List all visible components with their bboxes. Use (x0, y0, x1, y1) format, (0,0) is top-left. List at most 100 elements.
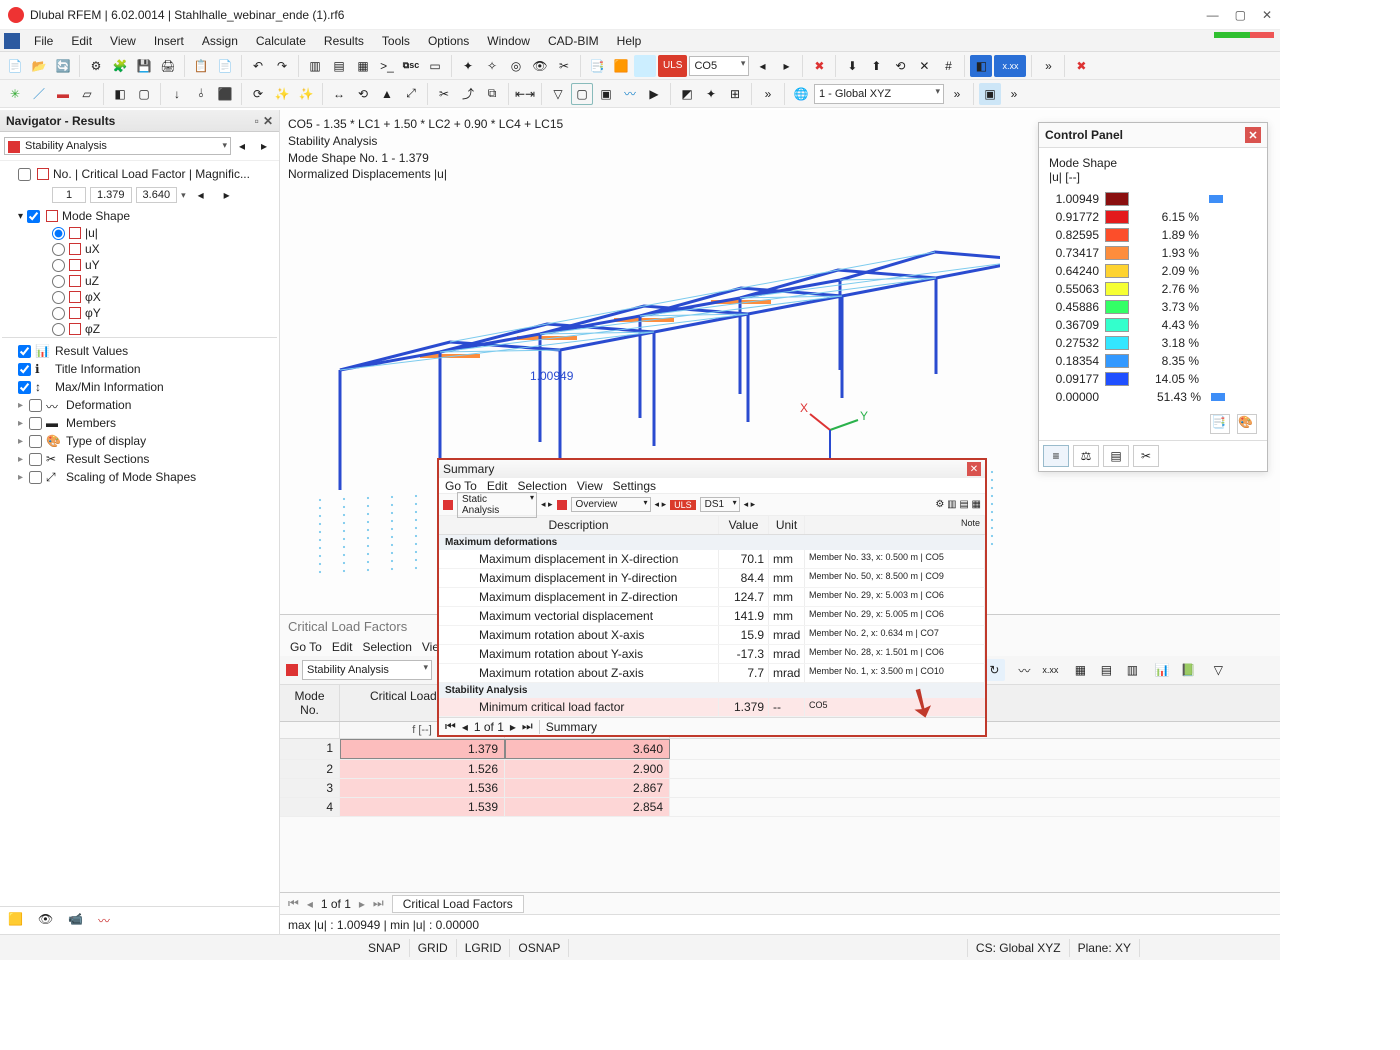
t-values-icon[interactable]: x.xx (1039, 659, 1061, 681)
menu-help[interactable]: Help (609, 32, 650, 50)
nav-shape-radio[interactable] (52, 227, 65, 240)
nav-shape-radio[interactable] (52, 323, 65, 336)
nav-check-box[interactable] (29, 399, 42, 412)
status-plane[interactable]: Plane: XY (1070, 939, 1140, 957)
menu-cadbim[interactable]: CAD-BIM (540, 32, 607, 50)
nav-mode-shape[interactable]: ▾ Mode Shape (2, 207, 277, 225)
summary-row[interactable]: Maximum rotation about Y-axis-17.3mradMe… (439, 645, 985, 664)
pick-loads-icon[interactable]: ✧ (481, 55, 503, 77)
table-row[interactable]: 41.5392.854 (280, 798, 1280, 817)
new-icon[interactable]: 📄 (4, 55, 26, 77)
sp-overview-combo[interactable]: Overview (571, 497, 651, 512)
t-menu-sel[interactable]: Selection (363, 640, 412, 654)
load-combo-icon[interactable]: 🟧 (610, 55, 632, 77)
view-mode-icon[interactable]: ▣ (979, 83, 1001, 105)
nav-check-box[interactable] (18, 345, 31, 358)
menu-file[interactable]: File (26, 32, 61, 50)
sp-menu-view[interactable]: View (577, 479, 603, 493)
t-menu-goto[interactable]: Go To (290, 640, 322, 654)
nav-data-icon[interactable]: ▥ (304, 55, 326, 77)
sp-pager-last-icon[interactable]: ⏭ (522, 719, 533, 734)
wizard-blue-icon[interactable]: ✨ (295, 83, 317, 105)
generate-load-icon[interactable]: ⟳ (247, 83, 269, 105)
nav-shape-uZ[interactable]: uZ (2, 273, 277, 289)
line-load-icon[interactable]: ⫰ (190, 83, 212, 105)
status-grid[interactable]: GRID (410, 939, 457, 957)
filter-red-icon[interactable]: ✖ (808, 55, 830, 77)
prev-case-icon[interactable]: ◂ (751, 55, 773, 77)
sp-uls-tile[interactable]: ULS (670, 500, 696, 510)
nav-check-box[interactable] (29, 417, 42, 430)
rotate-icon[interactable]: ⟲ (352, 83, 374, 105)
filter-icon[interactable]: ▽ (547, 83, 569, 105)
sp-menu-edit[interactable]: Edit (487, 479, 508, 493)
nav-shape-radio[interactable] (52, 275, 65, 288)
t-grid1-icon[interactable]: ▦ (1069, 659, 1091, 681)
menu-tools[interactable]: Tools (374, 32, 418, 50)
redo-icon[interactable]: ↷ (271, 55, 293, 77)
analysis-type-combo[interactable]: Stability Analysis (4, 137, 231, 155)
node-load-icon[interactable]: ↓ (166, 83, 188, 105)
nav-check-deformation[interactable]: ▸〰Deformation (2, 396, 277, 414)
scale-icon[interactable]: ⤢ (400, 83, 422, 105)
cp-close-icon[interactable]: ✕ (1245, 127, 1261, 143)
nav-check-result-sections[interactable]: ▸✂Result Sections (2, 450, 277, 468)
nav-check-box[interactable] (29, 471, 42, 484)
nav-crit-no[interactable]: 1 (52, 187, 86, 203)
wizard-yellow-icon[interactable]: ✨ (271, 83, 293, 105)
summary-row[interactable]: Maximum displacement in X-direction70.1m… (439, 550, 985, 569)
results-on-icon[interactable]: ◧ (970, 55, 992, 77)
close-icon[interactable]: ✕ (1262, 8, 1272, 22)
nav-check-box[interactable] (29, 435, 42, 448)
tp-tab[interactable]: Critical Load Factors (392, 895, 524, 913)
summary-row[interactable]: Maximum rotation about Z-axis7.7mradMemb… (439, 664, 985, 683)
open-icon[interactable]: 📂 (28, 55, 50, 77)
tp-next-icon[interactable]: ▸ (359, 897, 365, 911)
cp-tab-colorscale-icon[interactable]: ≡ (1043, 445, 1069, 467)
cp-slider-handle[interactable] (1209, 195, 1223, 203)
render-deform-icon[interactable]: 〰 (619, 83, 641, 105)
tp-last-icon[interactable]: ⏭ (373, 896, 384, 911)
status-lgrid[interactable]: LGRID (457, 939, 511, 957)
t-filter-icon[interactable]: ▽ (1207, 659, 1229, 681)
nav-tab-results-icon[interactable]: 〰 (98, 912, 118, 930)
navigator-close-icon[interactable]: ✕ (263, 114, 273, 128)
cp-slider-handle[interactable] (1211, 393, 1225, 401)
nav-check-box[interactable] (18, 381, 31, 394)
nav-critical-load-row[interactable]: No. | Critical Load Factor | Magnific... (2, 165, 277, 183)
nav-crit-f[interactable]: 1.379 (90, 187, 132, 203)
nav-views-icon[interactable]: ▦ (352, 55, 374, 77)
load-case-tile[interactable] (634, 55, 656, 77)
coord-system-combo[interactable]: 1 - Global XYZ (814, 84, 944, 104)
menu-calculate[interactable]: Calculate (248, 32, 314, 50)
tp-first-icon[interactable]: ⏮ (288, 896, 299, 911)
nav-mode-check[interactable] (27, 210, 40, 223)
status-snap[interactable]: SNAP (360, 939, 410, 957)
cp-tab-factors-icon[interactable]: ⚖ (1073, 445, 1099, 467)
nav-crit-prev[interactable]: ◂ (190, 184, 212, 206)
menu-assign[interactable]: Assign (194, 32, 246, 50)
mirror-icon[interactable]: ▲ (376, 83, 398, 105)
nav-check-type-of-display[interactable]: ▸🎨Type of display (2, 432, 277, 450)
summary-row[interactable]: Maximum rotation about X-axis15.9mradMem… (439, 626, 985, 645)
show-numbers-icon[interactable]: # (937, 55, 959, 77)
nav-check-scaling-of-mode-shapes[interactable]: ▸⤢Scaling of Mode Shapes (2, 468, 277, 486)
dim-icon[interactable]: ⇤⇥ (514, 83, 536, 105)
cp-tab-clip-icon[interactable]: ✂ (1133, 445, 1159, 467)
nav-check-box[interactable] (18, 363, 31, 376)
script-icon[interactable]: ⧉sc (400, 55, 422, 77)
nav-shape-|u|[interactable]: |u| (2, 225, 277, 241)
paste-icon[interactable]: 📄 (214, 55, 236, 77)
result-values-icon[interactable]: x.xx (994, 55, 1026, 77)
show-supports-icon[interactable]: ⬆ (865, 55, 887, 77)
t-export-icon[interactable]: 📊 (1151, 659, 1173, 681)
clip-icon[interactable]: ✂ (553, 55, 575, 77)
console-icon[interactable]: >_ (376, 55, 398, 77)
solid-icon[interactable]: ◧ (109, 83, 131, 105)
table-row[interactable]: 21.5262.900 (280, 760, 1280, 779)
nav-shape-φY[interactable]: φY (2, 305, 277, 321)
pick-model-icon[interactable]: ✦ (457, 55, 479, 77)
line-icon[interactable]: ／ (28, 83, 50, 105)
connect-icon[interactable]: ⧉ (481, 83, 503, 105)
navigator-dock-icon[interactable]: ▫ (255, 114, 259, 128)
